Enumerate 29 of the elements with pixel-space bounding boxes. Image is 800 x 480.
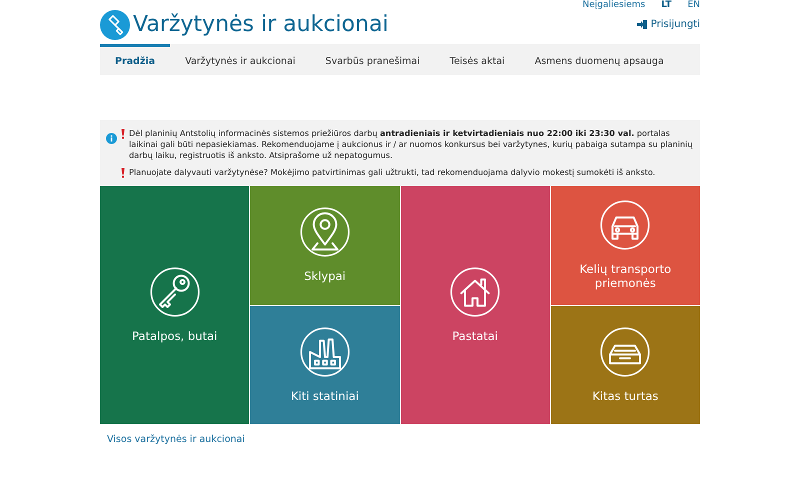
language-link[interactable]: LT (661, 0, 672, 11)
map-pin-icon (300, 207, 350, 258)
car-icon (600, 200, 650, 250)
factory-icon (300, 326, 350, 377)
category-tile[interactable]: Pastatai (400, 186, 550, 424)
exclamation-icon (121, 129, 125, 139)
notice-text: Dėl planinių Antstolių informacinės sistemos priežiūros darbų antradieniais ir ketvirtadieniais nuo 22:00 iki 23:30 val. portalas laikinai gali būti nepasiekiamas. Rekomenduojame į aukcionus ir / ar nuomos konkursus bei varžytynes, kurių pabaiga sutampa su planinių darbų laiku, registruotis iš anksto. Atsiprašome už nepatogumus. (129, 128, 694, 161)
all-auctions-link[interactable]: Visos varžytynės ir aukcionai (107, 434, 245, 445)
accessibility-link[interactable]: Neįgaliesiems (582, 0, 646, 11)
exclamation-icon (121, 168, 125, 178)
category-tile[interactable]: Kitas turtas (550, 306, 700, 424)
nav-tab[interactable]: Varžytynės ir aukcionai (170, 44, 310, 75)
nav-tab[interactable]: Teisės aktai (434, 44, 520, 75)
gavel-logo-icon (100, 10, 130, 40)
nav-tab[interactable]: Svarbūs pranešimai (310, 44, 435, 75)
category-tile[interactable]: Patalpos, butai (100, 186, 250, 424)
category-tile[interactable]: Sklypai (250, 186, 400, 304)
nav-tab[interactable]: Asmens duomenų apsauga (520, 44, 679, 75)
tray-icon (600, 326, 650, 377)
login-link[interactable]: Prisijungti (636, 19, 700, 30)
category-tile[interactable]: Kiti statiniai (250, 306, 400, 424)
category-tile[interactable]: Kelių transporto priemonės (550, 186, 700, 304)
house-icon (450, 267, 500, 317)
language-link[interactable]: EN (688, 0, 700, 11)
sign-in-icon (636, 19, 648, 30)
nav-tab[interactable]: Pradžia (100, 44, 170, 75)
notice-text: Planuojate dalyvauti varžytynėse? Mokėjimo patvirtinimas gali užtrukti, tad rekomenduojama dalyvio mokestį sumokėti iš anksto. (129, 167, 656, 178)
site-title: Varžytynės ir aukcionai (133, 12, 390, 37)
key-icon (150, 267, 200, 317)
